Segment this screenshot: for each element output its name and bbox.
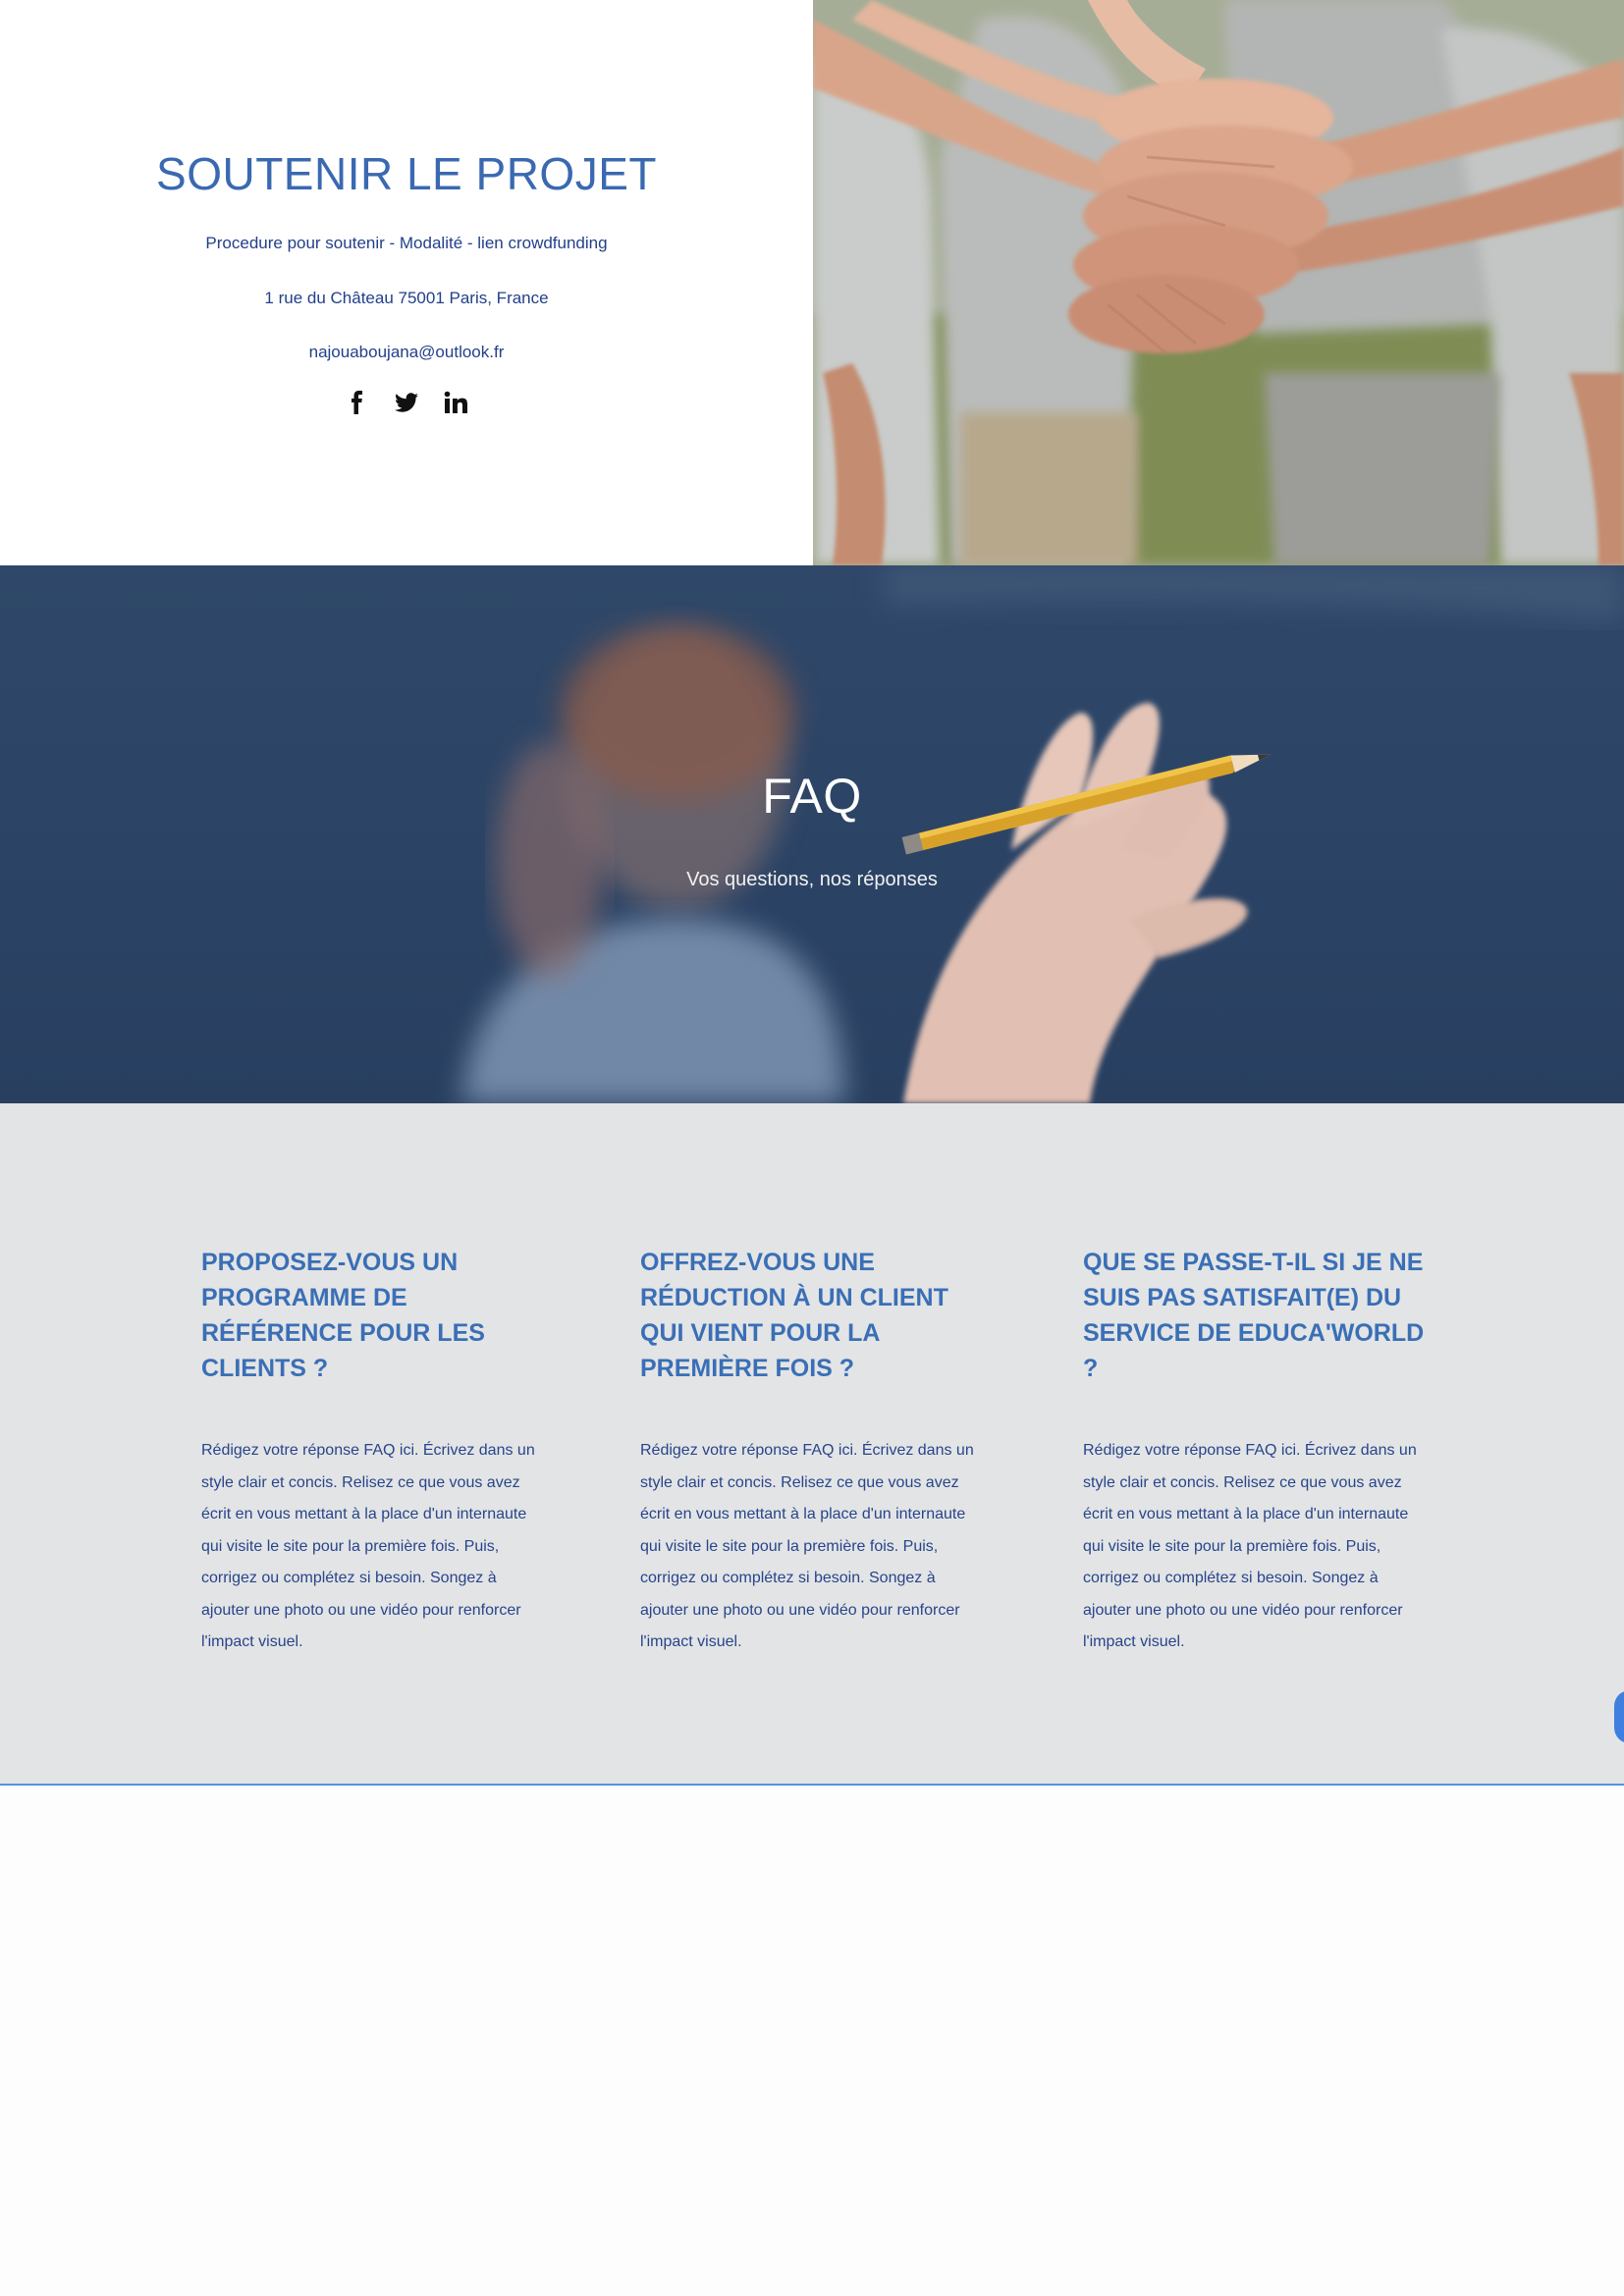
support-procedure-text: Procedure pour soutenir - Modalité - lie… xyxy=(205,234,608,252)
support-info-panel: SOUTENIR LE PROJET Procedure pour souten… xyxy=(0,0,813,565)
faq-banner-photo xyxy=(461,565,1624,1103)
chat-widget-button[interactable] xyxy=(1614,1690,1624,1743)
support-email-link[interactable]: najouaboujana@outlook.fr xyxy=(0,343,813,362)
hands-stacked-photo xyxy=(813,0,1624,565)
faq-item: OFFREZ-VOUS UNE RÉDUCTION À UN CLIENT QU… xyxy=(640,1245,984,1659)
faq-item: QUE SE PASSE-T-IL SI JE NE SUIS PAS SATI… xyxy=(1083,1245,1427,1659)
support-section: SOUTENIR LE PROJET Procedure pour souten… xyxy=(0,0,1624,565)
faq-question: OFFREZ-VOUS UNE RÉDUCTION À UN CLIENT QU… xyxy=(640,1249,948,1382)
faq-items-section: PROPOSEZ-VOUS UN PROGRAMME DE RÉFÉRENCE … xyxy=(0,1103,1624,1785)
faq-answer: Rédigez votre réponse FAQ ici. Écrivez d… xyxy=(201,1442,535,1650)
support-address: 1 rue du Château 75001 Paris, France xyxy=(264,289,549,307)
linkedin-icon[interactable] xyxy=(444,391,467,414)
facebook-icon[interactable] xyxy=(346,391,369,414)
social-links xyxy=(0,391,813,414)
faq-item: PROPOSEZ-VOUS UN PROGRAMME DE RÉFÉRENCE … xyxy=(201,1245,545,1659)
faq-question: PROPOSEZ-VOUS UN PROGRAMME DE RÉFÉRENCE … xyxy=(201,1249,485,1382)
section-divider xyxy=(0,1784,1624,1786)
faq-banner: FAQ Vos questions, nos réponses xyxy=(0,565,1624,1103)
faq-question: QUE SE PASSE-T-IL SI JE NE SUIS PAS SATI… xyxy=(1083,1249,1425,1382)
faq-answer: Rédigez votre réponse FAQ ici. Écrivez d… xyxy=(1083,1442,1417,1650)
twitter-icon[interactable] xyxy=(395,391,418,414)
faq-answer: Rédigez votre réponse FAQ ici. Écrivez d… xyxy=(640,1442,974,1650)
support-title: SOUTENIR LE PROJET xyxy=(156,148,657,199)
faq-title: FAQ xyxy=(762,769,862,824)
faq-subtitle: Vos questions, nos réponses xyxy=(686,869,938,890)
